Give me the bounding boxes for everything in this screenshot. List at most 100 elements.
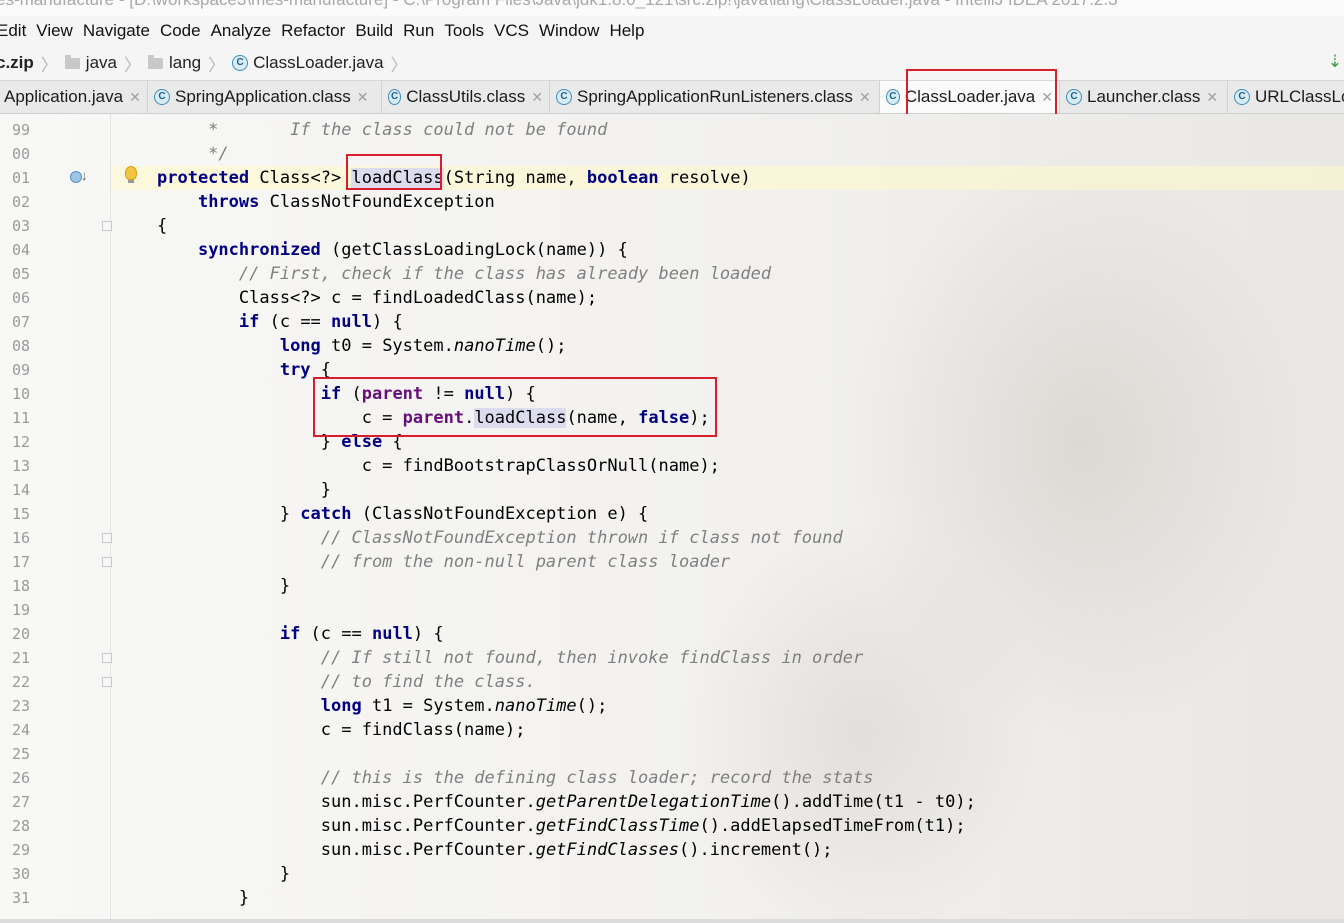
menu-code[interactable]: Code xyxy=(155,21,206,41)
code-editor[interactable]: 99 00 01 02 03 04 05 06 07 08 09 10 11 12 13 14 15 16 17 18… xyxy=(0,114,1344,919)
code-line[interactable]: sun.misc.PerfCounter.getFindClasses().in… xyxy=(157,838,833,862)
class-icon: C xyxy=(886,89,900,105)
breadcrumb-item-lang[interactable]: lang xyxy=(147,53,201,73)
green-down-arrow-icon[interactable]: ⇣ xyxy=(1328,52,1342,72)
line-number: 22 xyxy=(11,673,30,691)
fold-marker-icon[interactable] xyxy=(102,557,112,567)
code-token: try xyxy=(279,360,311,380)
code-line[interactable]: // to find the class. xyxy=(157,670,536,694)
code-line[interactable]: long t0 = System.nanoTime(); xyxy=(157,334,567,358)
menu-bar: Edit View Navigate Code Analyze Refactor… xyxy=(0,16,1344,46)
breadcrumb: c.zip 〉 java 〉 lang 〉 C ClassLoader.java… xyxy=(0,46,1344,81)
tab-application-java[interactable]: Application.java ✕ xyxy=(0,81,148,113)
folder-icon xyxy=(64,54,80,69)
line-number: 14 xyxy=(11,481,30,499)
code-line[interactable]: synchronized (getClassLoadingLock(name))… xyxy=(157,238,628,262)
tab-label: SpringApplicationRunListeners.class xyxy=(577,87,853,106)
code-line[interactable]: // from the non-null parent class loader xyxy=(157,550,730,574)
menu-tools[interactable]: Tools xyxy=(439,21,489,41)
line-number: 23 xyxy=(11,697,30,715)
line-number: 99 xyxy=(11,121,30,139)
window-title-bar: es-manufacture - [D:\workspace3\mes-manu… xyxy=(0,0,1344,16)
code-token: t0 = System. xyxy=(320,336,454,356)
code-line[interactable]: } xyxy=(157,886,249,910)
code-line[interactable]: // First, check if the class has already… xyxy=(157,262,771,286)
code-token: long xyxy=(320,696,362,716)
code-token: if xyxy=(279,624,301,644)
code-line[interactable]: Class<?> c = findLoadedClass(name); xyxy=(157,286,597,310)
code-line[interactable]: try { xyxy=(157,358,331,382)
breadcrumb-item-java[interactable]: java xyxy=(64,53,117,73)
breadcrumb-item-classloader[interactable]: C ClassLoader.java xyxy=(232,53,384,73)
close-icon[interactable]: ✕ xyxy=(1206,89,1218,106)
code-line[interactable]: sun.misc.PerfCounter.getFindClassTime().… xyxy=(157,814,966,838)
fold-marker-icon[interactable] xyxy=(102,533,112,543)
intention-bulb-icon[interactable] xyxy=(125,166,137,183)
menu-view[interactable]: View xyxy=(31,21,78,41)
bottom-scroll-strip[interactable] xyxy=(0,919,1344,923)
code-line[interactable]: c = findClass(name); xyxy=(157,718,526,742)
code-line[interactable]: long t1 = System.nanoTime(); xyxy=(157,694,608,718)
line-number: 26 xyxy=(11,769,30,787)
breadcrumb-label: ClassLoader.java xyxy=(253,53,384,72)
breadcrumb-separator: 〉 xyxy=(40,55,58,75)
menu-analyze[interactable]: Analyze xyxy=(206,21,276,41)
fold-marker-icon[interactable] xyxy=(102,653,112,663)
close-icon[interactable]: ✕ xyxy=(859,89,871,106)
line-number: 06 xyxy=(11,289,30,307)
close-icon[interactable]: ✕ xyxy=(357,89,369,106)
tab-spring-application-run-listeners-class[interactable]: C SpringApplicationRunListeners.class ✕ xyxy=(550,81,880,113)
code-line[interactable]: * If the class could not be found xyxy=(157,118,607,142)
code-line[interactable]: if (c == null) { xyxy=(157,622,444,646)
class-icon: C xyxy=(1234,89,1250,105)
line-number: 05 xyxy=(11,265,30,283)
close-icon[interactable]: ✕ xyxy=(129,89,141,106)
menu-window[interactable]: Window xyxy=(534,21,604,41)
code-line[interactable]: */ xyxy=(157,142,228,166)
menu-vcs[interactable]: VCS xyxy=(489,21,534,41)
code-token: getParentDelegationTime xyxy=(535,792,772,812)
breadcrumb-item-archive[interactable]: c.zip xyxy=(0,53,34,73)
code-token: if xyxy=(238,312,260,332)
code-token: (); xyxy=(535,336,567,356)
menu-run[interactable]: Run xyxy=(398,21,439,41)
menu-build[interactable]: Build xyxy=(350,21,398,41)
code-line[interactable]: c = findBootstrapClassOrNull(name); xyxy=(157,454,720,478)
menu-help[interactable]: Help xyxy=(604,21,649,41)
code-line[interactable]: } xyxy=(157,862,290,886)
line-number: 30 xyxy=(11,865,30,883)
code-line[interactable]: } xyxy=(157,478,331,502)
code-line[interactable]: if (c == null) { xyxy=(157,310,403,334)
code-line[interactable]: // If still not found, then invoke findC… xyxy=(157,646,863,670)
fold-marker-icon[interactable] xyxy=(102,221,112,231)
tab-label: Launcher.class xyxy=(1087,87,1201,106)
code-line[interactable]: sun.misc.PerfCounter.getParentDelegation… xyxy=(157,790,976,814)
menu-refactor[interactable]: Refactor xyxy=(276,21,350,41)
annotation-box-parent-delegation xyxy=(313,377,717,437)
line-number: 11 xyxy=(11,409,30,427)
tab-launcher-class[interactable]: C Launcher.class ✕ xyxy=(1060,81,1228,113)
close-icon[interactable]: ✕ xyxy=(531,89,543,106)
annotation-box-loadclass xyxy=(346,154,442,190)
code-token: null xyxy=(331,312,372,332)
code-line[interactable]: } catch (ClassNotFoundException e) { xyxy=(157,502,648,526)
tab-class-utils-class[interactable]: C ClassUtils.class ✕ xyxy=(382,81,550,113)
code-line[interactable]: } xyxy=(157,574,290,598)
code-line[interactable]: protected Class<?> loadClass(String name… xyxy=(157,166,751,190)
menu-navigate[interactable]: Navigate xyxy=(78,21,155,41)
tab-urlclassloader[interactable]: C URLClassLo xyxy=(1228,81,1344,113)
menu-edit[interactable]: Edit xyxy=(0,21,31,41)
tab-label: Application.java xyxy=(4,87,124,106)
code-line[interactable]: // ClassNotFoundException thrown if clas… xyxy=(157,526,843,550)
code-line[interactable]: throws ClassNotFoundException xyxy=(157,190,495,214)
class-icon: C xyxy=(556,89,572,105)
code-token: long xyxy=(279,336,321,356)
line-number: 13 xyxy=(11,457,30,475)
code-line[interactable]: { xyxy=(157,214,167,238)
code-line[interactable]: // this is the defining class loader; re… xyxy=(157,766,874,790)
tab-spring-application-class[interactable]: C SpringApplication.class ✕ xyxy=(148,81,382,113)
fold-marker-icon[interactable] xyxy=(102,677,112,687)
